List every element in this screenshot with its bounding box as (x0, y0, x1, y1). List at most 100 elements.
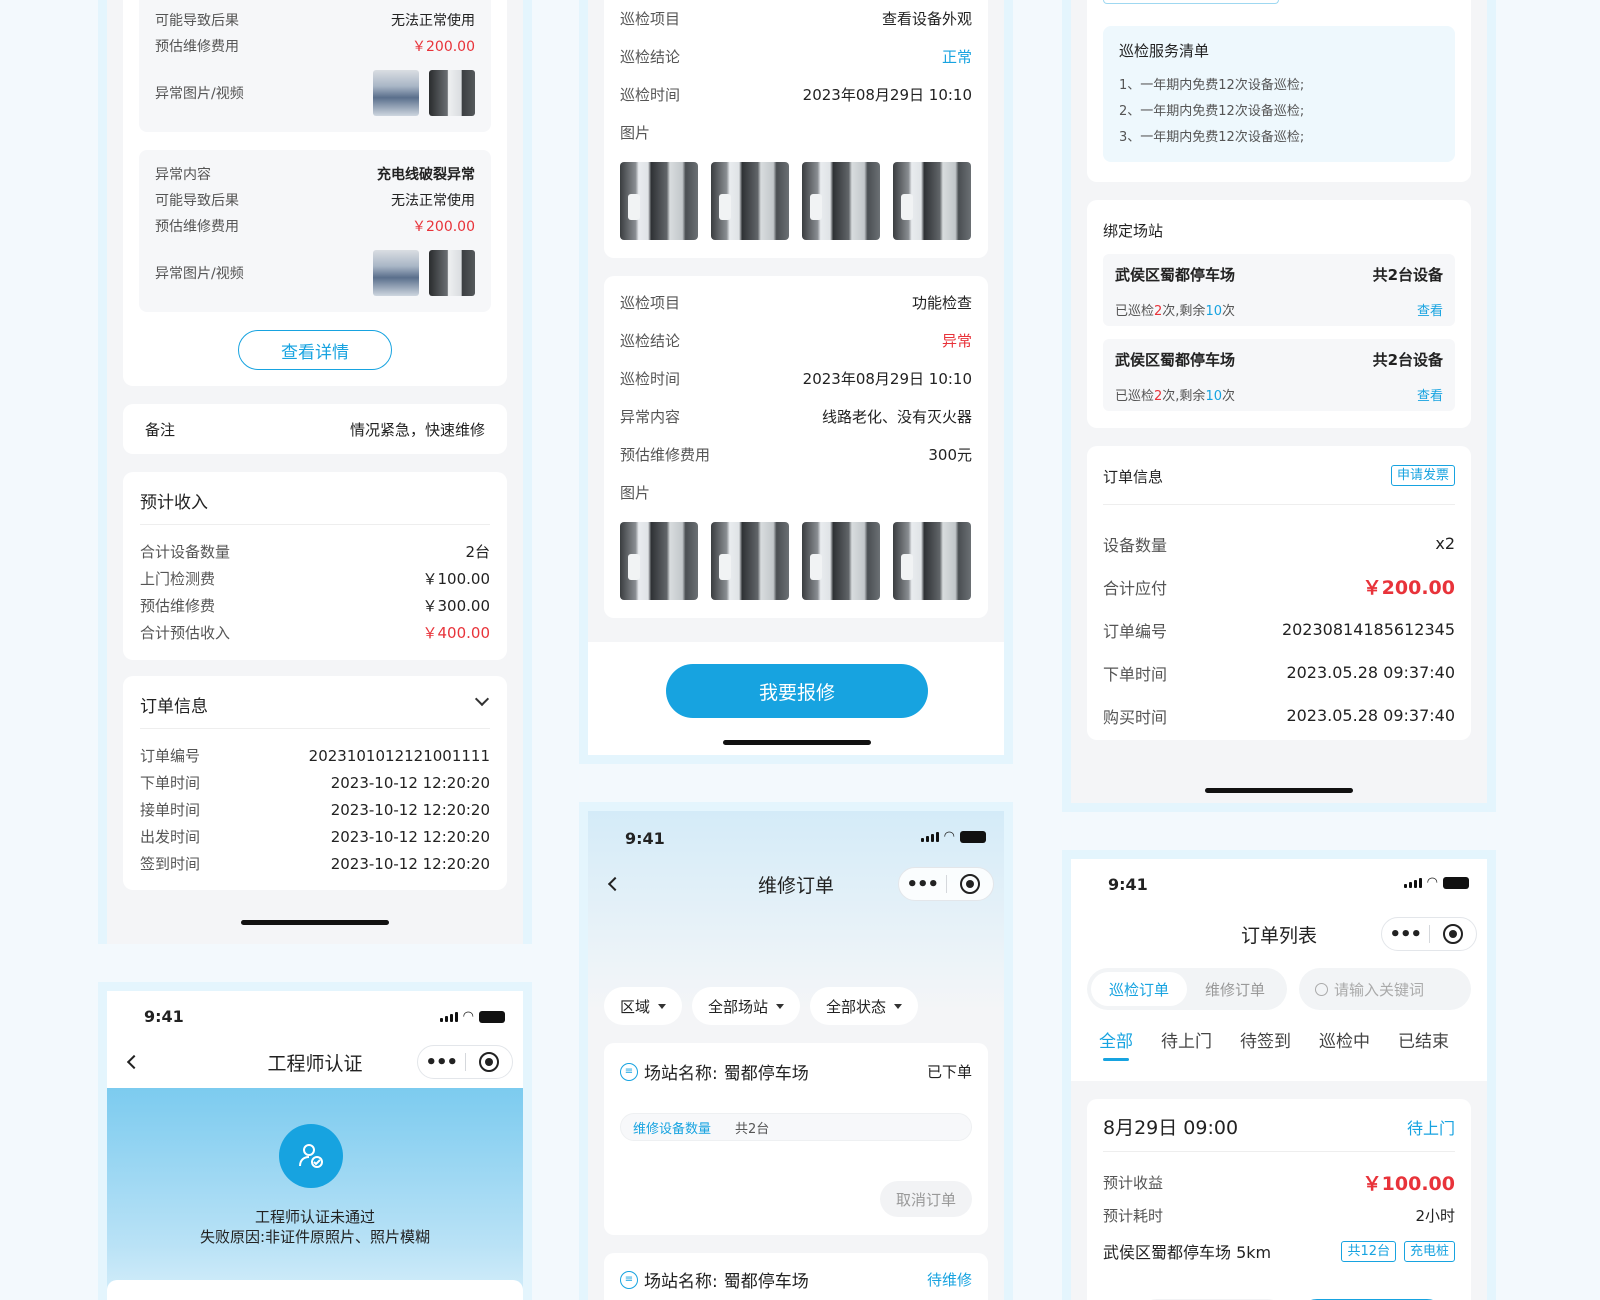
inspection-photo[interactable] (620, 522, 698, 600)
search-box[interactable]: 请输入关键词 (1299, 968, 1471, 1010)
mini-program-capsule[interactable]: ••• (1381, 917, 1477, 951)
wifi-icon: ◠ (1426, 875, 1438, 890)
view-link[interactable]: 查看 (1417, 385, 1443, 404)
row-value: 2023-10-12 12:20:20 (330, 800, 490, 819)
tab-all[interactable]: 全部 (1099, 1027, 1133, 1061)
time-label: 巡检时间 (620, 370, 681, 388)
battery-icon (479, 1011, 505, 1023)
more-icon[interactable]: ••• (1382, 924, 1429, 945)
order-card[interactable]: 8月29日 09:00 待上门 预计收益 ￥100.00 预计耗时 2小时 武侯区蜀… (1087, 1099, 1471, 1300)
cost-value: ￥200.00 (412, 39, 475, 55)
duration-value: 2小时 (1415, 1207, 1455, 1225)
apply-invoice-button[interactable]: 申请发票 (1390, 465, 1455, 486)
inspection-usage: 已巡检2次,剩余10次 (1115, 304, 1235, 319)
order-date: 8月29日 09:00 (1103, 1117, 1239, 1139)
tab-pending-signin[interactable]: 待签到 (1240, 1027, 1291, 1052)
abnormal-photo[interactable] (373, 70, 419, 116)
abnormal-photo[interactable] (373, 250, 419, 296)
row-label: 出发时间 (140, 828, 201, 846)
row-label: 订单编号 (140, 747, 201, 765)
filter-area[interactable]: 区域 (604, 987, 683, 1025)
home-indicator (723, 740, 871, 745)
search-input[interactable]: 请输入关键词 (1334, 979, 1424, 1000)
row-label: 购买时间 (1103, 707, 1168, 727)
income-label: 预计收益 (1103, 1174, 1164, 1192)
inspection-photo[interactable] (620, 162, 698, 240)
order-list-frame: 9:41 ◠ 订单列表 ••• 巡检订单 维修订单 请输入关键词 全部 待上门 … (1062, 850, 1496, 1300)
close-target-icon[interactable] (1429, 924, 1476, 944)
result-label: 巡检结论 (620, 48, 681, 66)
order-status: 待维修 (926, 1271, 972, 1289)
repair-order-card[interactable]: ≡ 场站名称: 蜀都停车场 待维修 (604, 1253, 988, 1300)
row-label: 接单时间 (140, 801, 201, 819)
repair-orders-screen: 9:41 ◠ 维修订单 ••• 区域 全部场站 全部状态 ≡ 场站名称: 蜀都停… (588, 811, 1004, 1300)
tab-in-inspection[interactable]: 巡检中 (1319, 1027, 1370, 1052)
home-indicator (241, 920, 389, 925)
battery-icon (1443, 877, 1469, 889)
inspection-photo[interactable] (711, 522, 789, 600)
service-title: 巡检服务清单 (1119, 42, 1210, 60)
content-label: 异常内容 (155, 167, 211, 183)
view-detail-button[interactable]: 查看详情 (238, 330, 392, 370)
inspection-photo[interactable] (711, 162, 789, 240)
mini-program-capsule[interactable]: ••• (417, 1045, 513, 1079)
inspection-photo[interactable] (893, 522, 971, 600)
order-status: 待上门 (1406, 1119, 1455, 1138)
status-time: 9:41 (144, 1007, 184, 1026)
filter-label: 区域 (620, 997, 651, 1016)
service-item: 2、一年期内免费12次设备巡检; (1119, 104, 1305, 119)
row-label: 合计预估收入 (140, 624, 231, 642)
mini-program-capsule[interactable]: ••• (898, 867, 994, 901)
filter-station[interactable]: 全部场站 (692, 987, 801, 1025)
filter-label: 全部状态 (826, 997, 887, 1016)
signal-icon (439, 1012, 458, 1022)
time-label: 巡检时间 (620, 86, 681, 104)
seg-inspection-order[interactable]: 巡检订单 (1091, 972, 1187, 1006)
device-label: 维修设备数量 (633, 1121, 712, 1137)
bottom-bar: 我要报修 (588, 642, 1004, 755)
photo-label: 图片 (620, 484, 651, 502)
tab-pending-visit[interactable]: 待上门 (1161, 1027, 1212, 1052)
station-label: 场站名称: (644, 1272, 718, 1292)
close-target-icon[interactable] (946, 874, 993, 894)
row-value: x2 (1435, 534, 1455, 553)
abnormal-photo[interactable] (429, 250, 475, 296)
inspection-detail-screen: 巡检项目 查看设备外观 巡检结论 正常 巡检时间 2023年08月29日 10:10 … (588, 0, 1004, 755)
row-value: 2023.05.28 09:37:40 (1286, 663, 1455, 682)
inspection-photo[interactable] (802, 522, 880, 600)
wifi-icon: ◠ (943, 829, 955, 844)
chevron-down-icon[interactable] (474, 691, 490, 707)
row-label: 预估维修费 (140, 597, 216, 615)
content-value: 线路老化、没有灭火器 (821, 408, 972, 426)
filter-status[interactable]: 全部状态 (810, 987, 919, 1025)
order-detail-frame: 可能导致后果 无法正常使用 预估维修费用 ￥200.00 异常图片/视频 异常内… (98, 0, 532, 944)
more-icon[interactable]: ••• (418, 1052, 465, 1073)
service-card: 巡检服务清单 1、一年期内免费12次设备巡检; 2、一年期内免费12次设备巡检;… (1087, 0, 1471, 182)
user-check-icon (279, 1124, 343, 1188)
station-device-count: 共2台设备 (1372, 351, 1443, 369)
inspection-photo[interactable] (802, 162, 880, 240)
item-value: 功能检查 (911, 294, 972, 312)
result-label: 可能导致后果 (155, 13, 239, 29)
more-icon[interactable]: ••• (899, 874, 946, 895)
tab-finished[interactable]: 已结束 (1398, 1027, 1449, 1052)
result-label: 可能导致后果 (155, 193, 239, 209)
report-repair-button[interactable]: 我要报修 (666, 664, 928, 718)
inspection-photo[interactable] (893, 162, 971, 240)
income-rows: 合计设备数量 2台 上门检测费 ￥100.00 预估维修费 ￥300.00 合计预估收… (140, 538, 490, 646)
close-target-icon[interactable] (465, 1052, 512, 1072)
abnormal-photo[interactable] (429, 70, 475, 116)
row-value: ￥300.00 (422, 597, 491, 615)
row-label: 下单时间 (140, 774, 201, 792)
row-value: 2023-10-12 12:20:20 (330, 854, 490, 873)
cancel-order-button[interactable]: 取消订单 (880, 1181, 972, 1217)
order-info-card: 订单信息 订单编号 2023101012121001111 下单时间 2023-10… (123, 676, 507, 890)
order-type-segment: 巡检订单 维修订单 (1087, 968, 1287, 1010)
seg-repair-order[interactable]: 维修订单 (1187, 972, 1283, 1006)
remark-card: 备注 情况紧急，快速维修 (123, 404, 507, 454)
row-value: ￥200.00 (1362, 577, 1455, 599)
repair-orders-frame: 9:41 ◠ 维修订单 ••• 区域 全部场站 全部状态 ≡ 场站名称: 蜀都停… (579, 802, 1013, 1300)
station-name: 武侯区蜀都停车场 (1115, 351, 1236, 369)
view-link[interactable]: 查看 (1417, 300, 1443, 319)
repair-order-card[interactable]: ≡ 场站名称: 蜀都停车场 已下单 维修设备数量 共2台 取消订单 (604, 1043, 988, 1235)
